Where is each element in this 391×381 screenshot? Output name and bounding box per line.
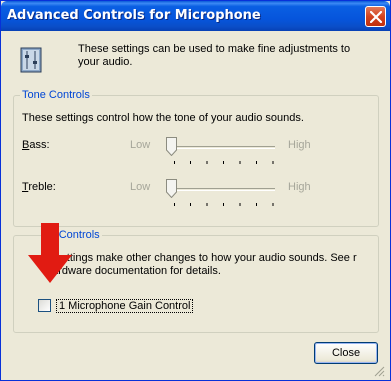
bass-low-label: Low [130,139,151,151]
dialog-client-area: These settings can be used to make fine … [4,31,387,379]
settings-panel-icon [20,47,42,73]
mic-gain-label[interactable]: 1 Microphone Gain Control [56,299,194,313]
treble-label: Treble: [22,181,56,193]
tone-controls-description: These settings control how the tone of y… [22,112,304,124]
treble-slider-thumb[interactable] [166,179,177,198]
mic-gain-checkbox[interactable] [38,299,51,312]
treble-high-label: High [288,181,311,193]
treble-slider-track[interactable] [171,188,275,191]
advanced-controls-window: Advanced Controls for Microphone These s… [0,0,391,381]
intro-text: These settings can be used to make fine … [78,43,351,68]
treble-slider-ticks [174,203,274,206]
tone-controls-group: Tone Controls These settings control how… [13,89,379,227]
title-bar[interactable]: Advanced Controls for Microphone [1,1,390,31]
bass-high-label: High [288,139,311,151]
bass-slider-thumb[interactable] [166,137,177,156]
close-button[interactable]: Close [314,342,378,364]
bass-slider-ticks [174,161,274,164]
close-icon[interactable] [365,6,386,27]
treble-row: Treble: Low High [14,179,378,211]
red-arrow-icon [28,223,72,283]
resize-grip-icon[interactable] [373,365,385,377]
bass-row: Bass: Low High [14,137,378,169]
window-title: Advanced Controls for Microphone [7,8,261,23]
tone-controls-label: Tone Controls [20,89,92,101]
bass-slider-track[interactable] [171,146,275,149]
bass-label: Bass: [22,139,50,151]
other-controls-description: e settings make other changes to how you… [46,252,357,277]
treble-low-label: Low [130,181,151,193]
